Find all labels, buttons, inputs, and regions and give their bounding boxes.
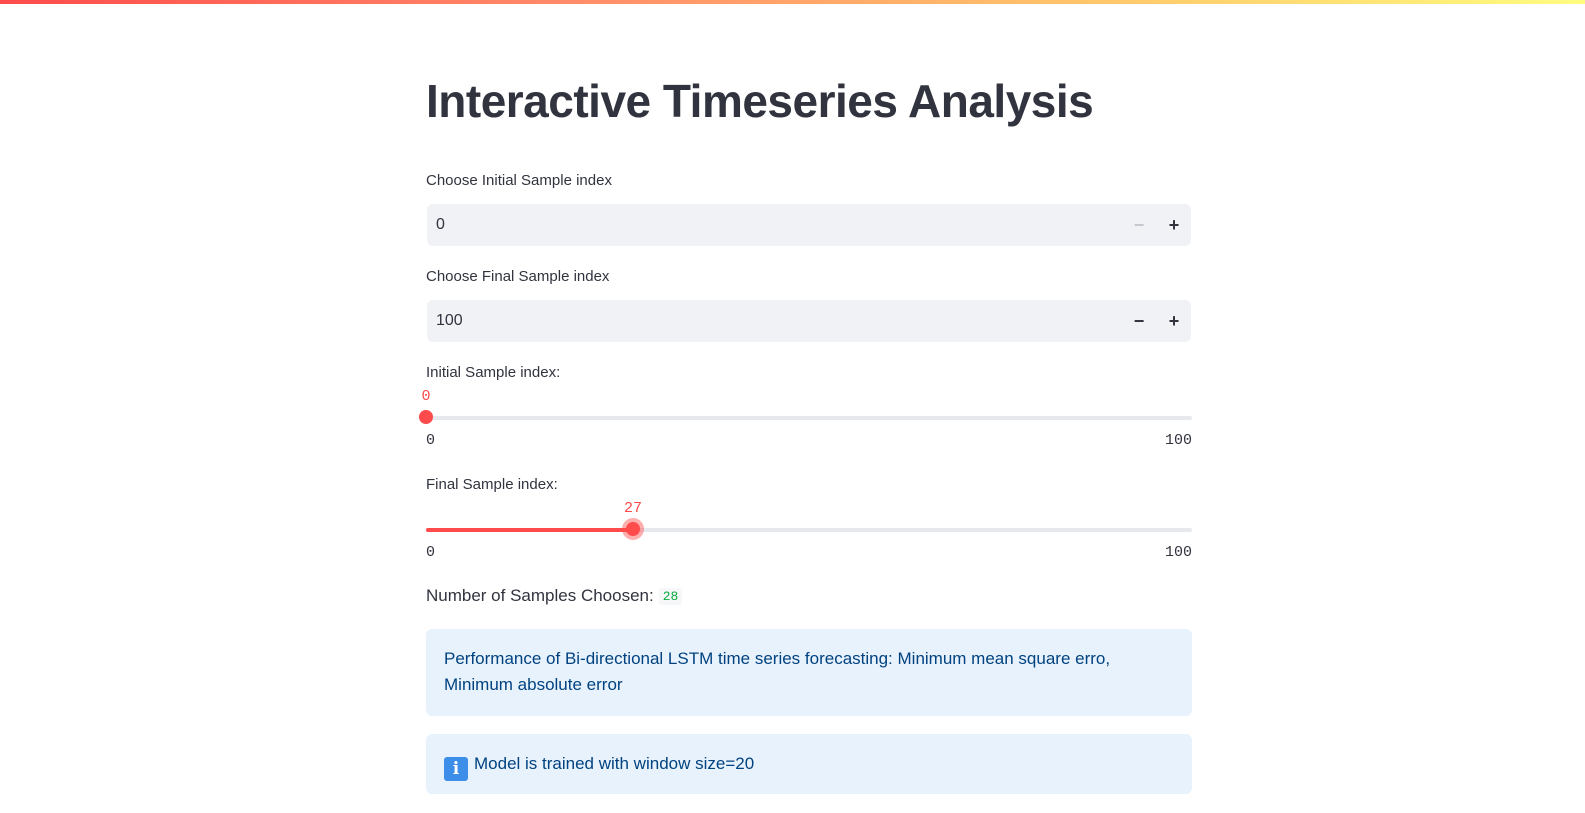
slider-thumb[interactable] [419, 410, 433, 424]
initial-index-increment-button[interactable]: + [1157, 204, 1191, 246]
model-info-text: Model is trained with window size=20 [474, 754, 755, 773]
final-slider-label: Final Sample index: [426, 476, 558, 493]
performance-info-box: Performance of Bi-directional LSTM time … [426, 629, 1192, 716]
final-index-decrement-button[interactable]: − [1122, 300, 1156, 342]
initial-index-number-input: − + [427, 204, 1191, 246]
samples-count-value: 28 [658, 588, 683, 605]
slider-max-label: 100 [1164, 544, 1192, 561]
final-index-number-input: − + [427, 300, 1191, 342]
app-decoration-bar [0, 0, 1585, 4]
information-icon: i [444, 757, 468, 781]
slider-current-value: 27 [623, 500, 643, 517]
initial-index-slider[interactable]: 0 0 100 [419, 388, 1192, 476]
slider-thumb[interactable] [626, 522, 640, 536]
final-index-slider[interactable]: 27 0 100 [426, 500, 1192, 588]
slider-min-label: 0 [426, 544, 436, 561]
samples-count-label: Number of Samples Choosen: [426, 586, 654, 605]
slider-fill [426, 528, 633, 532]
page-title: Interactive Timeseries Analysis [426, 75, 1094, 127]
performance-info-text: Performance of Bi-directional LSTM time … [444, 649, 1111, 694]
initial-index-label: Choose Initial Sample index [426, 172, 612, 189]
slider-max-label: 100 [1164, 432, 1192, 449]
final-index-field[interactable] [436, 300, 1036, 342]
slider-track[interactable] [426, 416, 1192, 420]
initial-index-field[interactable] [436, 204, 1036, 246]
samples-count-line: Number of Samples Choosen: 28 [426, 586, 683, 606]
final-index-label: Choose Final Sample index [426, 268, 610, 285]
slider-min-label: 0 [426, 432, 436, 449]
model-info-box: i Model is trained with window size=20 [426, 734, 1192, 794]
initial-index-decrement-button[interactable]: − [1122, 204, 1156, 246]
final-index-increment-button[interactable]: + [1157, 300, 1191, 342]
slider-current-value: 0 [421, 388, 431, 405]
initial-slider-label: Initial Sample index: [426, 364, 561, 381]
